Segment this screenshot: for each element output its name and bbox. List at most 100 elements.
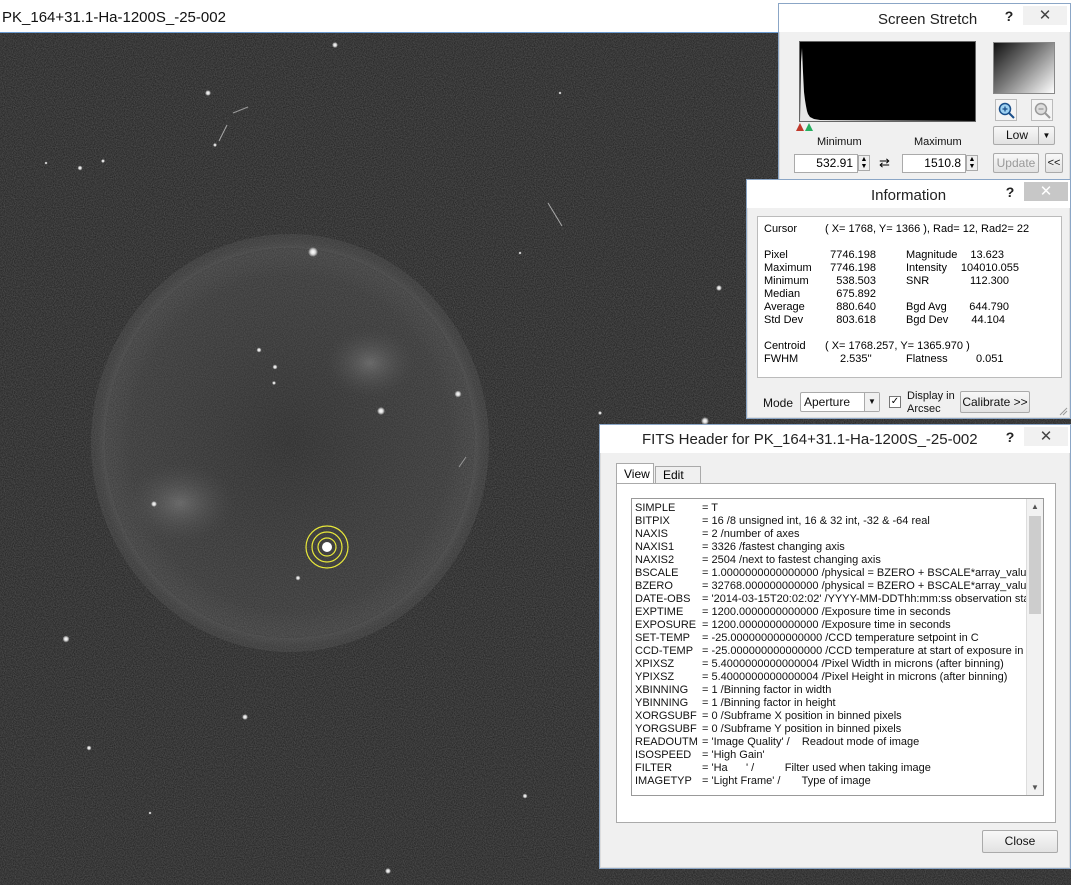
fits-key: BZERO — [635, 580, 673, 592]
maximum-spinner[interactable]: ▲ ▼ — [966, 155, 978, 171]
fits-value: = 5.4000000000000004 /Pixel Width in mic… — [702, 658, 1004, 670]
average-label: Average — [764, 301, 805, 313]
close-button[interactable]: Close — [982, 830, 1058, 853]
tab-view[interactable]: View — [616, 463, 654, 485]
fits-line: READOUTM = 'Image Quality' / Readout mode… — [635, 736, 1028, 749]
histogram[interactable] — [799, 41, 976, 122]
fits-line: BITPIX = 16 /8 unsigned int, 16 & 32 int,… — [635, 515, 1028, 528]
fits-header-listbox[interactable]: SIMPLE = T BITPIX = 16 /8 unsigned int, 16… — [631, 498, 1044, 796]
stretch-preset-select[interactable]: Low ▼ — [993, 126, 1055, 145]
help-button[interactable]: ? — [1002, 184, 1018, 202]
scrollbar-thumb[interactable] — [1029, 516, 1041, 614]
fits-line: SIMPLE = T — [635, 502, 1028, 515]
snr-value: 112.300 — [970, 275, 1009, 287]
fits-key: YORGSUBF — [635, 723, 697, 735]
display-arcsec-label-line1: Display in — [907, 390, 955, 402]
fits-header-dialog[interactable]: FITS Header for PK_164+31.1-Ha-1200S_-25… — [599, 424, 1071, 869]
fits-value: = 2504 /next to fastest changing axis — [702, 554, 881, 566]
information-dialog[interactable]: Information ? ✕ Cursor ( X= 1768, Y= 136… — [746, 179, 1071, 419]
cursor-value: ( X= 1768, Y= 1366 ), Rad= 12, Rad2= 22 — [825, 223, 1030, 235]
fits-value: = 'Image Quality' / Readout mode of imag… — [702, 736, 920, 748]
calibrate-button[interactable]: Calibrate >> — [960, 391, 1030, 413]
chevron-down-icon[interactable]: ▼ — [864, 393, 879, 411]
stretch-markers[interactable] — [795, 122, 817, 132]
fits-key: NAXIS — [635, 528, 669, 540]
flatness-value: 0.051 — [976, 353, 1004, 365]
fits-key: NAXIS2 — [635, 554, 675, 566]
cursor-label: Cursor — [764, 223, 798, 235]
fits-value: = 'High Gain' — [702, 749, 765, 761]
fits-key: IMAGETYP — [635, 775, 692, 787]
minimum-value: 538.503 — [836, 275, 876, 287]
collapse-button[interactable]: << — [1045, 153, 1063, 173]
zoom-in-icon[interactable] — [995, 99, 1017, 121]
maximum-value: 7746.198 — [830, 262, 876, 274]
fits-line: NAXIS1 = 3326 /fastest changing axis — [635, 541, 1028, 554]
pixel-label: Pixel — [764, 249, 788, 261]
fits-key: BSCALE — [635, 567, 679, 579]
help-button[interactable]: ? — [1001, 8, 1017, 26]
minimum-input[interactable]: 532.91 — [794, 154, 858, 173]
fits-key: XORGSUBF — [635, 710, 697, 722]
fits-header-title: FITS Header for PK_164+31.1-Ha-1200S_-25… — [642, 431, 978, 448]
close-icon[interactable]: ✕ — [1024, 182, 1068, 201]
gradient-preview — [993, 42, 1055, 94]
scroll-down-icon[interactable]: ▼ — [1027, 780, 1043, 795]
magnitude-value: 13.623 — [970, 249, 1004, 261]
fits-value: = 0 /Subframe X position in binned pixel… — [702, 710, 902, 722]
mode-select[interactable]: Aperture ▼ — [800, 392, 880, 412]
help-button[interactable]: ? — [1002, 429, 1018, 447]
mode-label: Mode — [763, 396, 794, 410]
fits-value: = T — [702, 502, 719, 514]
swap-icon[interactable]: ⇄ — [879, 155, 890, 171]
median-value: 675.892 — [836, 288, 876, 300]
display-arcsec-checkbox[interactable]: ✓ — [889, 396, 901, 408]
fits-view-panel: SIMPLE = T BITPIX = 16 /8 unsigned int, 16… — [616, 483, 1056, 823]
zoom-out-icon[interactable] — [1031, 99, 1053, 121]
average-value: 880.640 — [836, 301, 876, 313]
fits-value: = 1.0000000000000000 /physical = BZERO +… — [702, 567, 1028, 579]
fits-value: = 1 /Binning factor in height — [702, 697, 836, 709]
fits-line: FILTER = 'Ha ' / Filter used when taking … — [635, 762, 1028, 775]
pixel-value: 7746.198 — [830, 249, 876, 261]
fits-value: = 1200.0000000000000 /Exposure time in s… — [702, 619, 951, 631]
minimum-spinner[interactable]: ▲ ▼ — [858, 155, 870, 171]
fits-line: XPIXSZ = 5.4000000000000004 /Pixel Width … — [635, 658, 1028, 671]
fits-line: SET-TEMP = -25.000000000000000 /CCD tempe… — [635, 632, 1028, 645]
fits-value: = 0 /Subframe Y position in binned pixel… — [702, 723, 902, 735]
chevron-down-icon[interactable]: ▼ — [1038, 127, 1054, 144]
bgd-avg-value: 644.790 — [969, 301, 1009, 313]
information-titlebar[interactable]: Information ? ✕ — [747, 180, 1070, 208]
intensity-label: Intensity — [906, 262, 947, 274]
fits-value: = -25.000000000000000 /CCD temperature a… — [702, 645, 1028, 657]
histogram-plot — [800, 48, 975, 121]
close-icon[interactable]: ✕ — [1024, 427, 1068, 446]
minimum-label: Minimum — [817, 136, 862, 148]
resize-grip-icon[interactable] — [1058, 406, 1068, 416]
fits-key: XBINNING — [635, 684, 689, 696]
fits-value: = 3326 /fastest changing axis — [702, 541, 845, 553]
mode-value: Aperture — [804, 395, 851, 409]
information-title: Information — [871, 187, 947, 204]
fits-line: BSCALE = 1.0000000000000000 /physical = B… — [635, 567, 1028, 580]
fits-value: = 16 /8 unsigned int, 16 & 32 int, -32 &… — [702, 515, 930, 527]
close-icon[interactable]: ✕ — [1023, 6, 1067, 25]
maximum-input[interactable]: 1510.8 — [902, 154, 966, 173]
fits-scrollbar[interactable]: ▲ ▼ — [1026, 499, 1043, 795]
update-button[interactable]: Update — [993, 153, 1039, 173]
fits-key: FILTER — [635, 762, 673, 774]
fwhm-value: 2.535'' — [840, 353, 872, 365]
screen-stretch-titlebar[interactable]: Screen Stretch ? ✕ — [779, 4, 1070, 32]
scroll-up-icon[interactable]: ▲ — [1027, 499, 1043, 514]
snr-label: SNR — [906, 275, 930, 287]
median-label: Median — [764, 288, 801, 300]
fits-value: = -25.000000000000000 /CCD temperature s… — [702, 632, 979, 644]
fits-header-titlebar[interactable]: FITS Header for PK_164+31.1-Ha-1200S_-25… — [600, 425, 1070, 453]
fits-line: YPIXSZ = 5.4000000000000004 /Pixel Height… — [635, 671, 1028, 684]
fits-line: EXPTIME = 1200.0000000000000 /Exposure ti… — [635, 606, 1028, 619]
fits-key: EXPTIME — [635, 606, 684, 618]
fits-line: NAXIS2 = 2504 /next to fastest changing a… — [635, 554, 1028, 567]
fits-value: = 'Ha ' / Filter used when taking image — [702, 762, 931, 774]
fits-line: NAXIS = 2 /number of axes — [635, 528, 1028, 541]
screen-stretch-dialog[interactable]: Screen Stretch ? ✕ Low ▼ Minimum Maximum… — [778, 3, 1071, 203]
